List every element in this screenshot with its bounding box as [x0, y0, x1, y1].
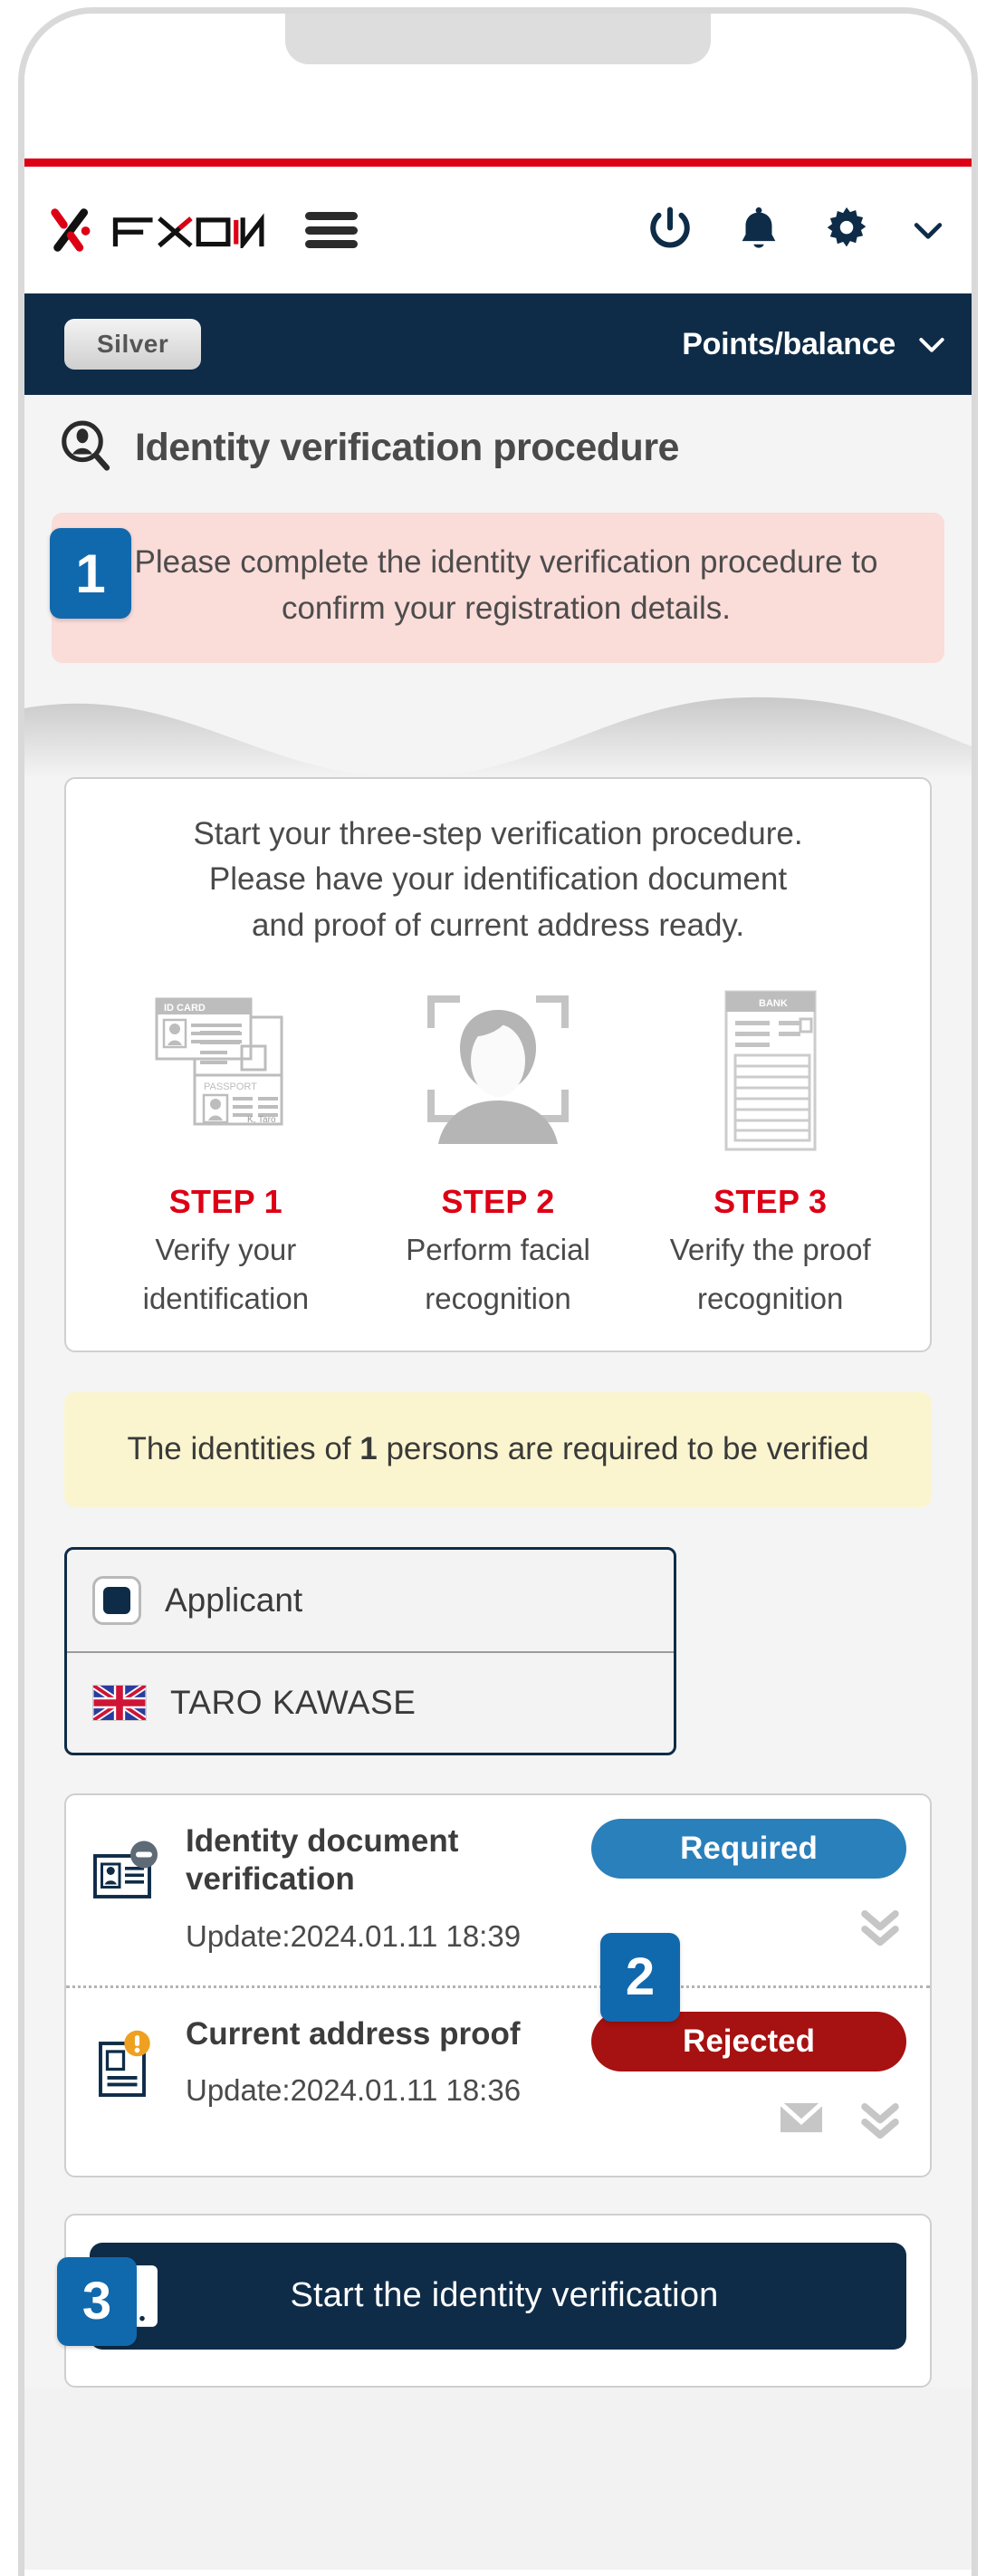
- steps-grid: ID CARD PASSPORT K, Taro STEP 1 Verify y…: [90, 980, 906, 1320]
- intro-line-2: Please have your identification document: [208, 861, 788, 898]
- document-actions: Rejected: [544, 2011, 906, 2144]
- id-search-icon: [62, 420, 110, 471]
- bank-label: BANK: [759, 998, 788, 1009]
- notice-prefix: The identities of: [127, 1430, 360, 1466]
- document-title: Current address proof: [186, 2015, 521, 2052]
- document-info: Current address proof Update:2024.01.11 …: [186, 2012, 524, 2109]
- step-desc-2-line2: recognition: [425, 1282, 571, 1316]
- bell-icon[interactable]: [733, 204, 785, 256]
- step-column-2: STEP 2 Perform facial recognition: [362, 980, 635, 1320]
- page-title: Identity verification procedure: [135, 425, 679, 469]
- notice-suffix: persons are required to be verified: [377, 1430, 869, 1466]
- notice-count: 1: [359, 1430, 378, 1466]
- row-action-icons: [854, 1898, 906, 1951]
- intro-line-3: and proof of current address ready.: [251, 908, 745, 943]
- brand-accent-rule: [24, 159, 972, 167]
- document-alert-icon: [90, 2012, 166, 2105]
- phone-notch: [285, 14, 711, 64]
- wave-divider: [24, 689, 972, 777]
- applicant-role-label: Applicant: [165, 1581, 303, 1619]
- step-name-2: STEP 2: [441, 1182, 555, 1220]
- table-row[interactable]: Identity document verification Update:20…: [66, 1795, 930, 1985]
- id-card-minus-icon: [90, 1819, 166, 1912]
- brand-logo[interactable]: [46, 202, 273, 258]
- verification-intro-card: Start your three-step verification proce…: [64, 776, 932, 1352]
- rank-badge[interactable]: Silver: [64, 319, 202, 370]
- phone-frame: Silver Points/balance Identity verificat…: [18, 7, 978, 2576]
- points-balance-toggle[interactable]: Points/balance: [682, 326, 950, 362]
- document-update-time: Update:2024.01.11 18:36: [186, 2073, 522, 2108]
- chevron-down-icon: [919, 338, 944, 352]
- step-badge-1: 1: [50, 528, 131, 619]
- verification-alert-text: Please complete the identity verificatio…: [134, 544, 878, 626]
- identities-required-notice: The identities of 1 persons are required…: [64, 1391, 932, 1507]
- step-desc-3-line2: recognition: [696, 1282, 844, 1316]
- applicant-name-row[interactable]: TARO KAWASE: [67, 1650, 674, 1753]
- face-scan-illustration: [417, 980, 579, 1161]
- intro-line-1: Start your three-step verification proce…: [193, 815, 803, 851]
- passport-name-label: K, Taro: [247, 1115, 276, 1125]
- step-desc-1-line2: identification: [142, 1282, 310, 1316]
- bank-statement-illustration: BANK: [703, 980, 838, 1161]
- step-badge-3: 3: [57, 2256, 137, 2346]
- step-badge-2: 2: [600, 1932, 680, 2022]
- header-icon-group: [643, 203, 948, 257]
- step-column-1: ID CARD PASSPORT K, Taro STEP 1 Verify y…: [90, 980, 362, 1320]
- document-title: Identity document verification: [186, 1822, 459, 1898]
- start-verification-button[interactable]: Start the identity verification: [90, 2242, 906, 2350]
- fxon-mark-icon: [51, 208, 91, 252]
- radio-selected-icon[interactable]: [92, 1575, 141, 1625]
- id-card-passport-illustration: ID CARD PASSPORT K, Taro: [135, 980, 316, 1161]
- app-header: [24, 167, 972, 293]
- cta-card: 3 Start the identity verification: [57, 2213, 932, 2388]
- wave-shape: [24, 697, 972, 777]
- step-desc-3-line1: Verify the proof: [669, 1232, 871, 1266]
- account-nav-bar: Silver Points/balance: [24, 293, 972, 395]
- step-desc-1-line1: Verify your: [155, 1232, 297, 1266]
- chevron-down-icon[interactable]: [908, 210, 948, 250]
- table-row[interactable]: Current address proof Update:2024.01.11 …: [66, 1985, 930, 2176]
- gear-icon[interactable]: [820, 204, 873, 256]
- status-badge[interactable]: Required: [591, 1818, 906, 1879]
- start-verification-label: Start the identity verification: [290, 2276, 719, 2315]
- points-balance-label: Points/balance: [682, 326, 895, 361]
- double-chevron-down-icon[interactable]: [854, 1898, 906, 1951]
- applicant-name: TARO KAWASE: [170, 1683, 417, 1721]
- alert-zone: 1 Please complete the identity verificat…: [24, 498, 972, 690]
- power-icon[interactable]: [643, 203, 697, 257]
- mail-icon[interactable]: [776, 2097, 827, 2139]
- step-name-3: STEP 3: [713, 1182, 828, 1220]
- hamburger-icon[interactable]: [304, 209, 358, 251]
- applicant-selector[interactable]: Applicant TARO KAWASE: [64, 1546, 676, 1755]
- double-chevron-down-icon[interactable]: [854, 2091, 906, 2144]
- document-info: Identity document verification Update:20…: [186, 1819, 524, 1954]
- uk-flag-icon: [92, 1684, 147, 1721]
- step-name-1: STEP 1: [168, 1182, 283, 1220]
- page-content: Start your three-step verification proce…: [24, 776, 972, 2388]
- document-actions: Required: [544, 1818, 906, 1951]
- fxon-wordmark-icon: [112, 213, 264, 248]
- app-screen: Silver Points/balance Identity verificat…: [24, 14, 972, 2570]
- applicant-role-row[interactable]: Applicant: [67, 1550, 674, 1651]
- step-column-3: BANK STEP 3 Verify the proof recognition: [634, 980, 906, 1320]
- passport-label: PASSPORT: [204, 1081, 257, 1092]
- row-action-icons: [776, 2091, 906, 2144]
- document-update-time: Update:2024.01.11 18:39: [186, 1918, 522, 1953]
- document-status-list: 2 Identity document verification Update:…: [64, 1793, 932, 2177]
- step-desc-2-line1: Perform facial: [406, 1232, 590, 1266]
- page-title-row: Identity verification procedure: [24, 395, 972, 498]
- verification-alert: Please complete the identity verificatio…: [52, 513, 944, 663]
- id-card-label: ID CARD: [164, 1003, 206, 1014]
